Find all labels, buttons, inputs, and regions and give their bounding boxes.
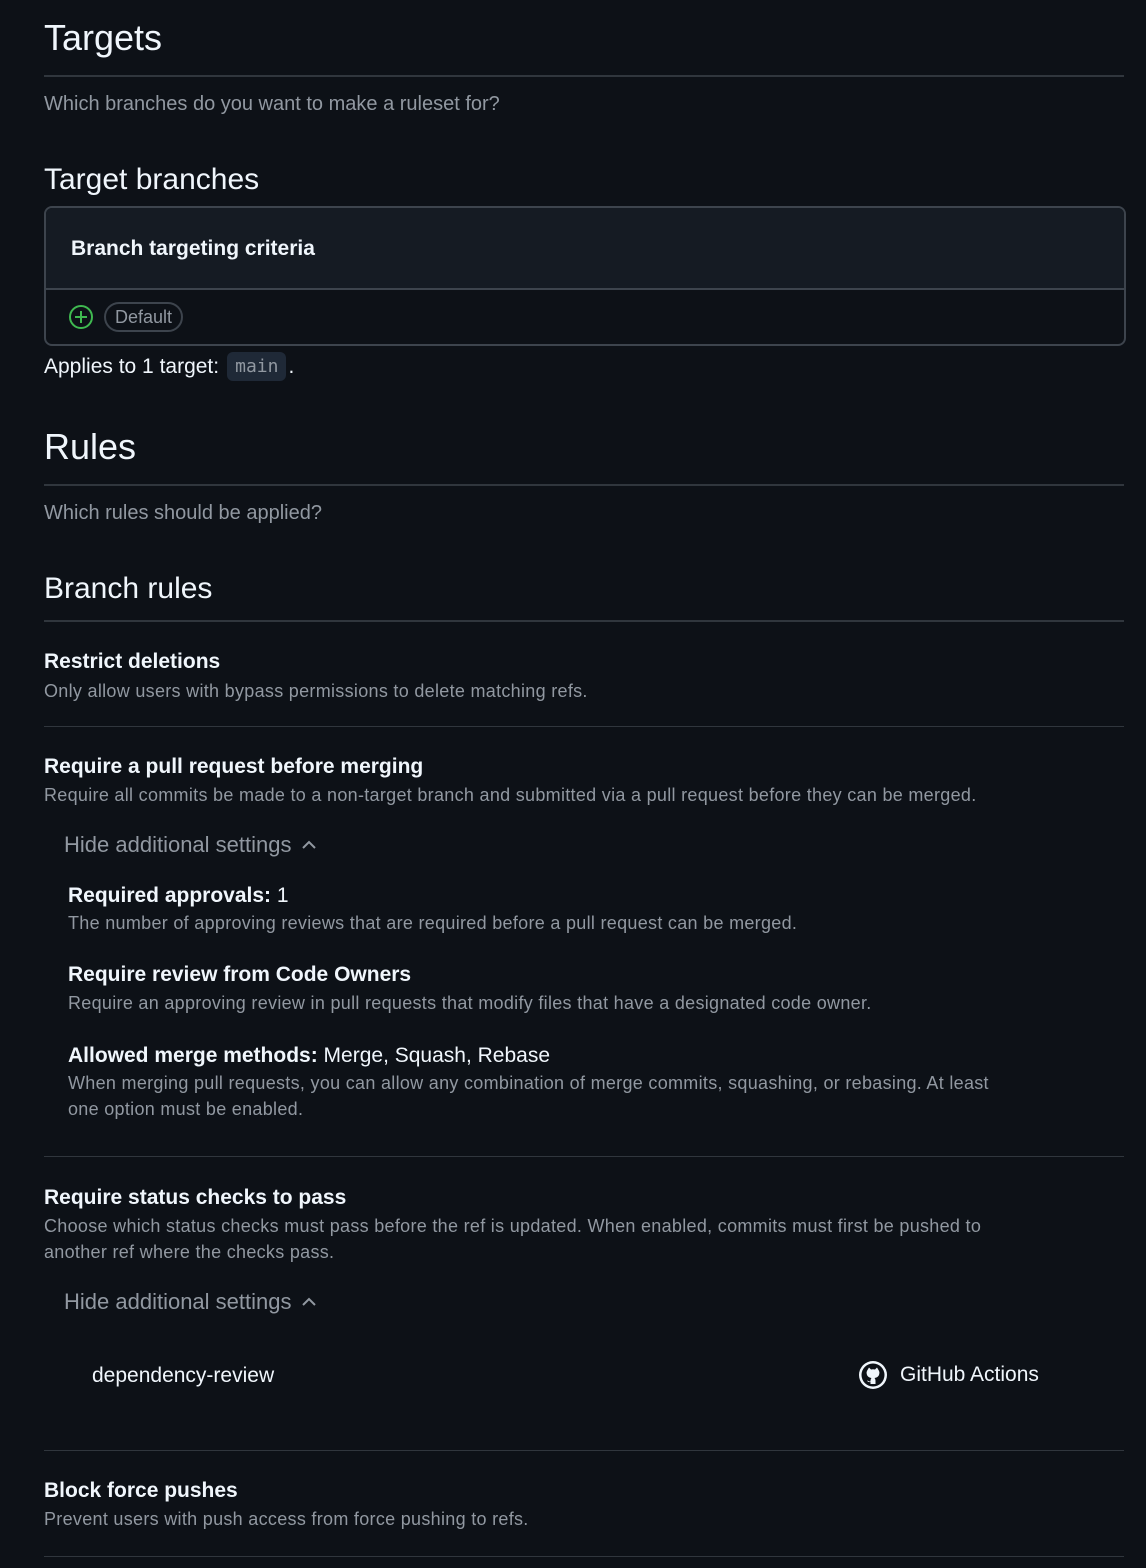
branch-rules-heading: Branch rules <box>44 572 213 605</box>
require-pr-title: Require a pull request before merging <box>44 755 424 778</box>
merge-methods-desc-1: When merging pull requests, you can allo… <box>68 1073 989 1093</box>
required-approvals-desc: The number of approving reviews that are… <box>68 913 798 933</box>
divider <box>44 484 1124 486</box>
status-check-source: GitHub Actions <box>858 1360 1039 1390</box>
status-checks-desc-1: Choose which status checks must pass bef… <box>44 1216 982 1236</box>
chevron-up-icon <box>301 1294 317 1310</box>
divider <box>44 1556 1124 1557</box>
merge-methods-value: Merge, Squash, Rebase <box>323 1044 551 1067</box>
block-force-pushes-desc: Prevent users with push access from forc… <box>44 1509 529 1529</box>
status-checks-desc-2: another ref where the checks pass. <box>44 1242 335 1262</box>
require-pr-desc: Require all commits be made to a non-tar… <box>44 785 977 805</box>
chevron-up-icon <box>301 837 317 853</box>
applies-suffix: . <box>288 354 295 378</box>
targets-title: Targets <box>44 17 163 58</box>
applies-line: Applies to 1 target: main. <box>44 352 294 381</box>
branch-targeting-header: Branch targeting criteria <box>46 208 1124 290</box>
hide-settings-toggle[interactable]: Hide additional settings <box>64 1289 317 1315</box>
required-approvals: Required approvals: 1 <box>68 884 289 908</box>
divider <box>44 1156 1124 1157</box>
hide-settings-label: Hide additional settings <box>64 832 292 857</box>
target-branches-heading: Target branches <box>44 163 260 196</box>
targets-subtitle: Which branches do you want to make a rul… <box>44 93 500 115</box>
divider <box>44 75 1124 77</box>
hide-settings-toggle[interactable]: Hide additional settings <box>64 832 317 858</box>
restrict-deletions-title: Restrict deletions <box>44 650 221 673</box>
hide-settings-label: Hide additional settings <box>64 1289 292 1314</box>
branch-targeting-title: Branch targeting criteria <box>71 237 315 260</box>
restrict-deletions-desc: Only allow users with bypass permissions… <box>44 681 588 701</box>
required-approvals-label: Required approvals: <box>68 884 272 907</box>
status-checks-title: Require status checks to pass <box>44 1186 347 1209</box>
code-owners-desc: Require an approving review in pull requ… <box>68 993 872 1013</box>
merge-methods-label: Allowed merge methods: <box>68 1044 318 1067</box>
status-check-source-label: GitHub Actions <box>900 1363 1039 1386</box>
applies-prefix: Applies to 1 target: <box>44 354 220 378</box>
divider <box>44 1450 1124 1451</box>
merge-methods-desc-2: one option must be enabled. <box>68 1099 304 1119</box>
block-force-pushes-title: Block force pushes <box>44 1479 238 1502</box>
divider <box>44 620 1124 622</box>
status-check-name: dependency-review <box>92 1364 275 1387</box>
target-branch-code: main <box>227 352 287 381</box>
default-chip: Default <box>104 302 184 332</box>
required-approvals-value: 1 <box>276 884 289 907</box>
github-icon <box>858 1360 888 1390</box>
criteria-row: Default <box>68 302 184 332</box>
rules-title: Rules <box>44 426 137 467</box>
plus-circle-icon[interactable] <box>68 304 94 330</box>
rules-subtitle: Which rules should be applied? <box>44 502 322 524</box>
divider <box>44 726 1124 727</box>
merge-methods: Allowed merge methods: Merge, Squash, Re… <box>68 1044 550 1068</box>
code-owners-title: Require review from Code Owners <box>68 963 412 986</box>
branch-targeting-box: Branch targeting criteria Default <box>44 206 1126 346</box>
